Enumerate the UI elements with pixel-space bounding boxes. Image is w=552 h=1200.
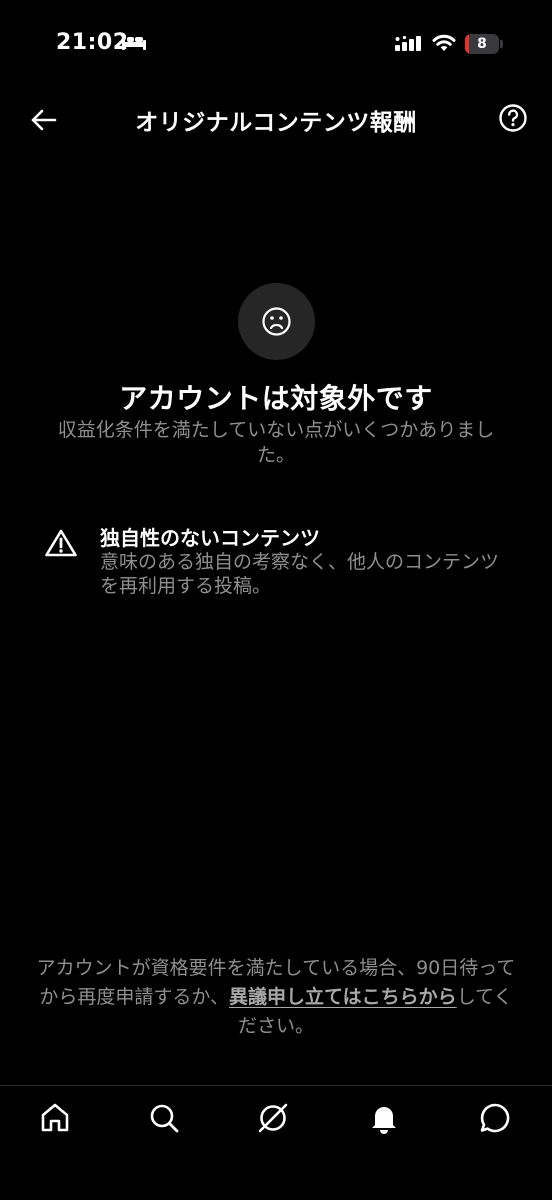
- home-icon: [41, 1103, 69, 1132]
- nav-explore[interactable]: [256, 1101, 290, 1135]
- help-button[interactable]: [497, 102, 529, 134]
- reason-title: 独自性のないコンテンツ: [100, 526, 320, 550]
- appeal-link-text: 異議申し立てはこちら: [229, 986, 419, 1008]
- status-time: 21:02: [56, 30, 129, 55]
- sad-face-icon: [262, 307, 291, 336]
- question-circle-icon: [499, 104, 527, 132]
- sad-face-badge: [238, 283, 315, 360]
- bottom-nav-divider: [0, 1085, 552, 1086]
- battery-nub: [500, 40, 503, 48]
- notifications-icon: [372, 1107, 396, 1134]
- bed-icon: [121, 32, 147, 56]
- appeal-link-suffix: から: [418, 986, 457, 1008]
- search-icon: [150, 1104, 179, 1133]
- warning-triangle-icon: [44, 528, 78, 562]
- page-title: オリジナルコンテンツ報酬: [135, 110, 417, 136]
- messages-icon: [480, 1103, 510, 1133]
- cellular-signal-icon: [395, 35, 423, 56]
- nav-messages[interactable]: [478, 1101, 512, 1135]
- ineligible-subtitle: 収益化条件を満たしていない点がいくつかありました。: [57, 419, 495, 466]
- wifi-icon: [431, 33, 457, 57]
- battery-level: 8: [477, 36, 487, 52]
- arrow-left-icon: [31, 109, 57, 131]
- back-button[interactable]: [28, 104, 60, 136]
- nav-search[interactable]: [147, 1101, 181, 1135]
- nav-home[interactable]: [38, 1101, 72, 1135]
- header: オリジナルコンテンツ報酬: [0, 96, 552, 142]
- reason-description: 意味のある独自の考察なく、他人のコンテンツを再利用する投稿。: [100, 551, 500, 597]
- status-bar: 21:02 8: [0, 28, 552, 64]
- footer-note: アカウントが資格要件を満たしている場合、90日待ってから再度申請するか、異議申し…: [30, 954, 522, 1041]
- ineligible-title: アカウントは対象外です: [119, 382, 433, 415]
- battery-indicator: 8: [465, 34, 499, 54]
- nav-notifications[interactable]: [367, 1101, 401, 1135]
- explore-icon: [258, 1103, 288, 1133]
- appeal-link[interactable]: 異議申し立てはこちらから: [229, 986, 457, 1008]
